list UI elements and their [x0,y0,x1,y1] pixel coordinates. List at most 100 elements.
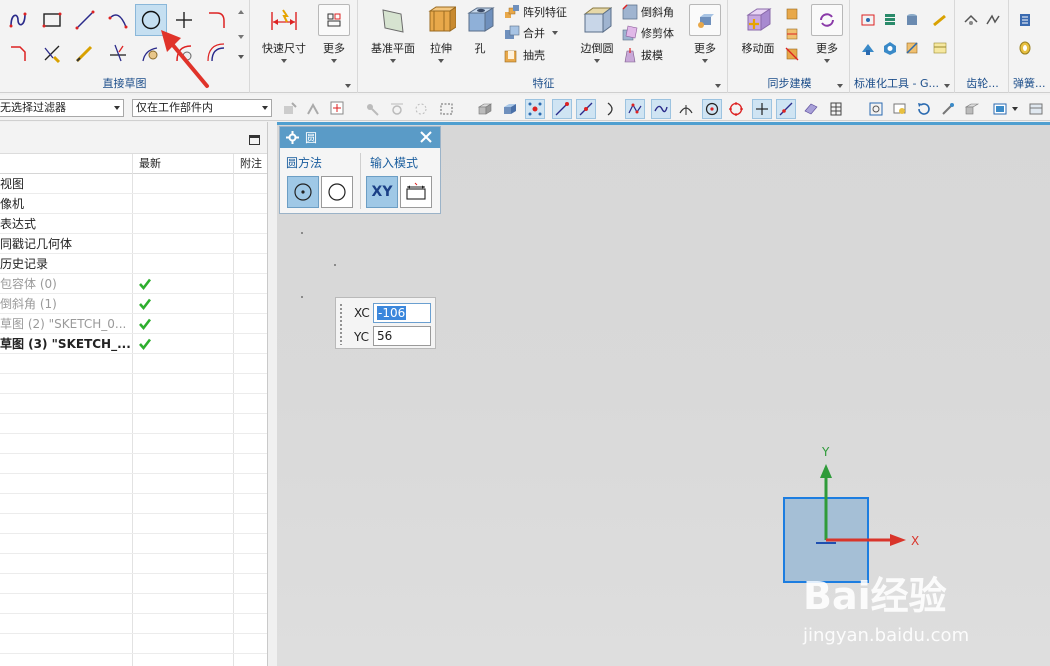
drag-handle[interactable] [339,303,343,345]
sel-tool-6[interactable] [411,99,431,119]
sel-tool-feature[interactable] [303,99,323,119]
sel-tool-snap[interactable] [328,99,348,119]
profile-tool[interactable] [3,4,35,36]
view-pan[interactable] [938,99,958,119]
group-dimensions-arrow[interactable] [345,84,351,88]
close-icon[interactable] [418,129,434,145]
sel-tool-face[interactable] [500,99,520,119]
sync-tool-1[interactable] [782,4,802,22]
arc-tool[interactable] [102,4,134,36]
gallery-scroll-up[interactable] [238,10,244,14]
snap-surface[interactable] [801,99,821,119]
view-render[interactable] [990,99,1010,119]
center-radius-button[interactable] [287,176,319,208]
table-row[interactable]: 倒斜角 (1) [0,294,267,314]
move-face-button[interactable]: 移动面 [736,4,780,56]
table-row[interactable]: 草图 (2) "SKETCH_0... [0,314,267,334]
snap-end-point[interactable] [552,99,572,119]
view-render-dropdown[interactable] [1010,99,1020,119]
circle-dialog-titlebar[interactable]: 圆 [280,127,440,148]
pencil-tool[interactable] [69,37,101,69]
group-sync-arrow[interactable] [837,84,843,88]
gear-icon[interactable] [286,131,299,144]
line-tool[interactable] [69,4,101,36]
snap-point-on-curve[interactable] [776,99,796,119]
gear-tool-1[interactable] [961,10,981,30]
table-row[interactable]: 包容体 (0) [0,274,267,294]
xy-mode-button[interactable]: XY [366,176,398,208]
snap-on-curve[interactable] [651,99,671,119]
group-std-arrow[interactable] [944,84,950,88]
sel-tool-general[interactable] [280,99,300,119]
snap-intersection[interactable] [676,99,696,119]
rapid-dimension-button[interactable]: 快速尺寸 [256,4,312,63]
type-filter-dropdown[interactable]: 无选择过滤器 [0,99,124,117]
table-row[interactable]: 草图 (3) "SKETCH_... [0,334,267,354]
view-fit[interactable] [866,99,886,119]
view-layer[interactable] [1026,99,1046,119]
column-latest[interactable]: 最新 [133,154,233,173]
trim-tool[interactable] [36,37,68,69]
quick-trim-tool[interactable] [102,37,134,69]
std-tool-3[interactable] [902,10,922,30]
snap-mid-point[interactable] [576,99,596,119]
std-tool-5[interactable] [880,38,900,58]
sel-tool-point-on[interactable] [525,99,545,119]
gallery-scroll-down[interactable] [238,35,244,39]
datum-plane-button[interactable]: 基准平面 [368,4,418,63]
pattern-feature-button[interactable]: 阵列特征 [504,2,567,22]
unite-button[interactable]: 合并 [504,23,558,43]
group-features-arrow[interactable] [715,84,721,88]
sync-tool-2[interactable] [782,24,802,42]
view-rotate[interactable] [914,99,934,119]
sel-tool-5[interactable] [387,99,407,119]
table-row[interactable]: 历史记录 [0,254,267,274]
snap-arc-center[interactable] [702,99,722,119]
yc-input[interactable]: 56 [373,326,431,346]
std-tool-4[interactable] [858,38,878,58]
snap-quadrant[interactable] [726,99,746,119]
hole-button[interactable]: 孔 [462,4,498,56]
std-tool-8[interactable] [930,38,950,58]
snap-control[interactable] [625,99,645,119]
snap-existing-point[interactable] [752,99,772,119]
sel-tool-4[interactable] [362,99,382,119]
column-name[interactable] [0,154,132,173]
column-note[interactable]: 附注 [234,154,268,173]
sel-tool-rect[interactable] [437,99,457,119]
table-row[interactable]: 像机 [0,194,267,214]
spring-tool-2[interactable] [1015,38,1035,58]
maximize-icon[interactable] [249,135,260,145]
view-zoom[interactable] [890,99,910,119]
std-tool-2[interactable] [880,10,900,30]
more-dimension-button[interactable]: 更多 [315,4,353,63]
snap-curve[interactable] [602,99,622,119]
view-orient[interactable] [962,99,982,119]
sync-tool-3[interactable] [782,44,802,62]
std-tool-1[interactable] [858,10,878,30]
table-row[interactable]: 同戳记几何体 [0,234,267,254]
edge-blend-button[interactable]: 边倒圆 [576,4,618,63]
three-point-button[interactable] [321,176,353,208]
chamfer-button[interactable]: 倒斜角 [622,2,674,22]
more-features-button[interactable]: 更多 [686,4,724,63]
parameter-mode-button[interactable] [400,176,432,208]
chamfer-sketch-tool[interactable] [3,37,35,69]
selection-scope-dropdown[interactable]: 仅在工作部件内 [132,99,272,117]
spring-tool-1[interactable] [1015,10,1035,30]
trim-body-button[interactable]: 修剪体 [622,23,674,43]
rectangle-tool[interactable] [36,4,68,36]
table-row[interactable]: 视图 [0,174,267,194]
sel-tool-body[interactable] [475,99,495,119]
shell-button[interactable]: 抽壳 [504,45,545,65]
std-tool-7[interactable] [930,10,950,30]
extrude-button[interactable]: 拉伸 [422,4,460,63]
table-row[interactable]: 表达式 [0,214,267,234]
std-tool-6[interactable] [902,38,922,58]
draft-button[interactable]: 拔模 [622,45,663,65]
gallery-expand[interactable] [238,55,244,59]
more-sync-button[interactable]: 更多 [808,4,846,63]
snap-bounded[interactable] [826,99,846,119]
gear-tool-2[interactable] [983,10,1003,30]
xc-input[interactable]: -106 [373,303,431,323]
